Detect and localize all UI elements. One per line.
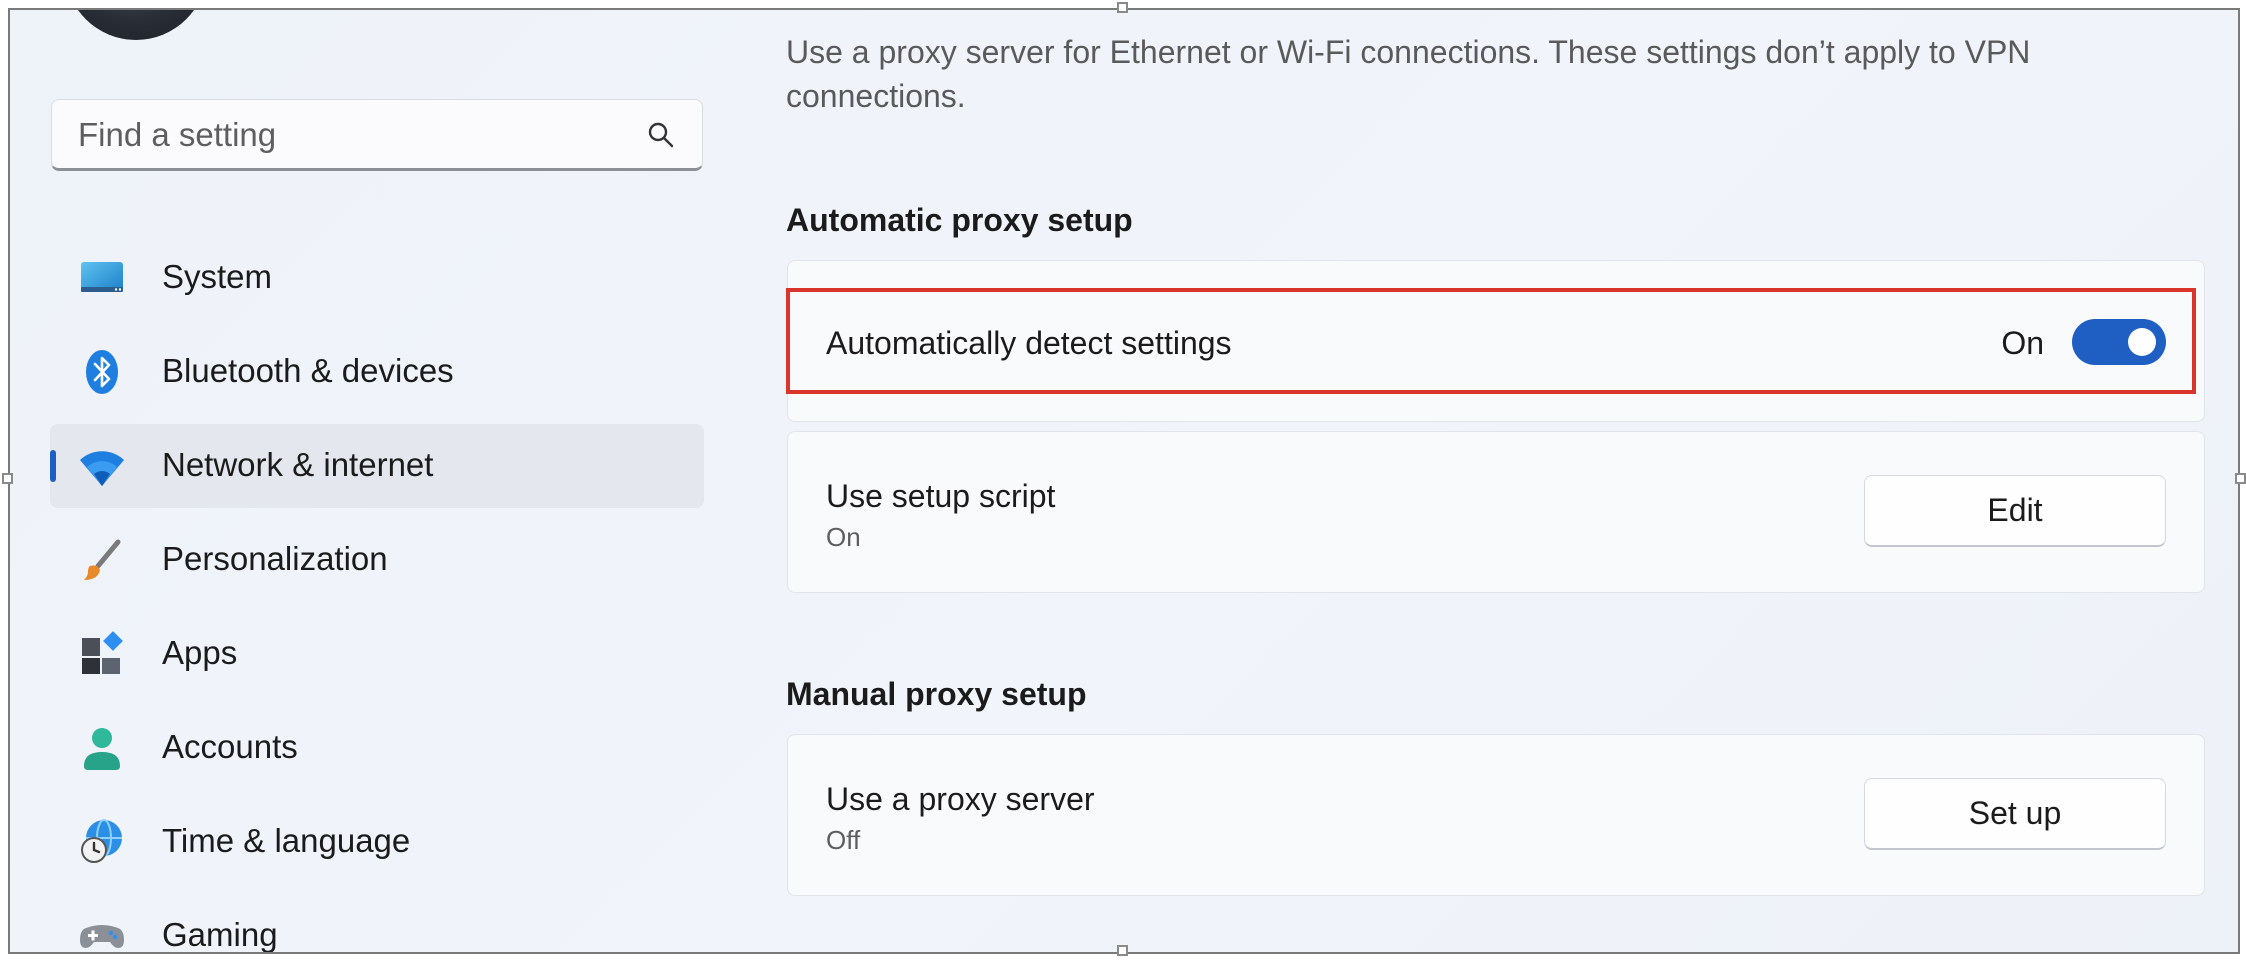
sidebar-item-label: Network & internet xyxy=(162,446,434,483)
sidebar-item-label: Gaming xyxy=(162,916,278,953)
brush-icon xyxy=(84,539,121,580)
highlight-box xyxy=(786,288,2196,394)
proxy-server-label: Use a proxy server xyxy=(826,781,1095,817)
sidebar-item-label: Apps xyxy=(162,634,238,671)
resize-handle-top[interactable] xyxy=(1117,2,1128,13)
wifi-icon xyxy=(80,451,124,486)
active-indicator xyxy=(50,450,56,482)
setup-script-status: On xyxy=(826,522,861,552)
sidebar-item-network[interactable]: Network & internet xyxy=(50,424,704,508)
search-box[interactable] xyxy=(51,99,703,171)
gamepad-icon xyxy=(80,925,124,948)
resize-handle-right[interactable] xyxy=(2235,473,2246,484)
section-title-manual: Manual proxy setup xyxy=(786,676,1087,712)
search-input[interactable] xyxy=(76,114,620,156)
edit-button[interactable]: Edit xyxy=(1864,475,2166,547)
apps-icon xyxy=(82,631,123,674)
bluetooth-icon xyxy=(86,350,118,394)
sidebar-item-gaming[interactable]: Gaming xyxy=(50,894,704,953)
system-icon xyxy=(81,262,123,292)
section-title-automatic: Automatic proxy setup xyxy=(786,202,1133,238)
sidebar-item-label: Bluetooth & devices xyxy=(162,352,454,389)
sidebar-item-label: Personalization xyxy=(162,540,388,577)
accounts-icon xyxy=(84,728,120,770)
sidebar-item-label: Accounts xyxy=(162,728,298,765)
settings-window: System Bluetooth & devices Network & int… xyxy=(8,8,2240,954)
sidebar-item-apps[interactable]: Apps xyxy=(50,612,704,696)
sidebar-item-accounts[interactable]: Accounts xyxy=(50,706,704,790)
setup-script-card: Use setup script On Edit xyxy=(787,431,2205,593)
sidebar-item-label: System xyxy=(162,258,273,295)
sidebar-item-time-language[interactable]: Time & language xyxy=(50,800,704,884)
user-avatar[interactable] xyxy=(65,10,207,40)
sidebar-item-personalization[interactable]: Personalization xyxy=(50,518,704,602)
setup-script-label: Use setup script xyxy=(826,478,1056,514)
page-description: Use a proxy server for Ethernet or Wi-Fi… xyxy=(786,34,2031,114)
sidebar-item-label: Time & language xyxy=(162,822,411,859)
globe-clock-icon xyxy=(81,819,122,863)
resize-handle-bottom[interactable] xyxy=(1117,945,1128,956)
proxy-server-card: Use a proxy server Off Set up xyxy=(787,734,2205,896)
sidebar-item-system[interactable]: System xyxy=(50,236,704,320)
sidebar-item-bluetooth[interactable]: Bluetooth & devices xyxy=(50,330,704,414)
setup-button[interactable]: Set up xyxy=(1864,778,2166,850)
resize-handle-left[interactable] xyxy=(2,473,13,484)
proxy-server-status: Off xyxy=(826,825,861,855)
search-icon[interactable] xyxy=(646,120,676,150)
